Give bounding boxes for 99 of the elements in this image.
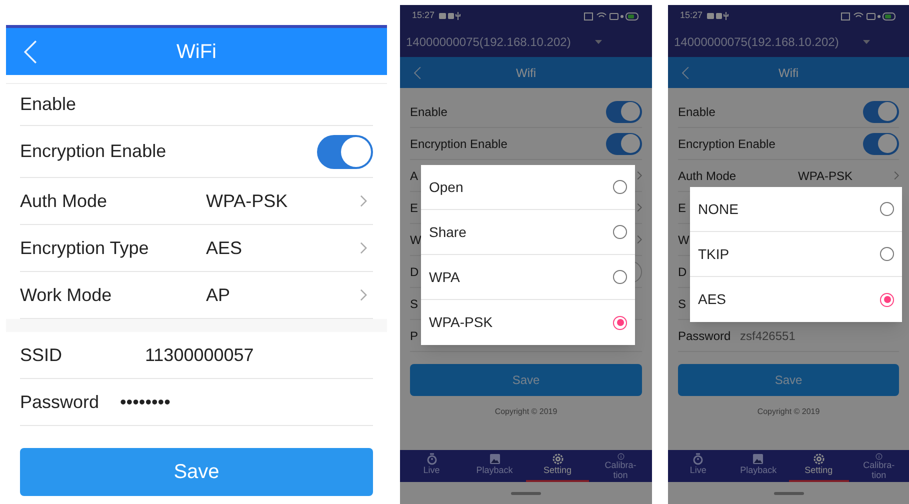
chevron-right-icon [360,242,367,254]
nav-tab[interactable]: Setting [788,450,849,482]
field-label: W [410,232,422,246]
nav-label: Calibra-tion [862,460,896,480]
field-label: Enable [410,104,448,118]
screen-title: WiFi [176,40,216,64]
radio-option[interactable]: TKIP [690,232,902,277]
toggle-switch[interactable] [606,132,642,154]
clock-time: 15:27 [412,9,435,22]
field-label: E [410,200,418,214]
radio-button[interactable] [613,180,627,194]
clock-time: 15:27 [680,9,703,22]
image-icon [488,453,500,465]
field-value[interactable]: AP [206,282,360,308]
dropdown-caret-icon[interactable] [862,40,870,44]
settings-icon [812,453,825,465]
chevron-right-icon [894,171,899,180]
toggle-switch[interactable] [863,132,899,154]
screen-title: Wifi [778,64,798,82]
chevron-right-icon [637,171,642,180]
field-label: W [678,232,690,246]
back-icon[interactable] [682,66,689,80]
nav-tab[interactable]: Playback [728,450,788,482]
radio-button[interactable] [880,292,894,306]
nav-tab[interactable]: Live [400,450,463,482]
field-value[interactable]: AES [206,234,360,262]
field-value[interactable]: WPA-PSK [206,188,360,214]
text-field[interactable]: zsf426551 [740,328,796,342]
nav-label: Calibra-tion [604,460,638,480]
nav-label: Setting [804,465,834,475]
field-label: Enable [678,104,716,118]
field-value[interactable]: WPA-PSK [798,168,852,182]
field-label: D [678,264,687,278]
settings-icon [552,453,564,465]
nav-label: Playback [739,465,778,475]
radio-option[interactable]: Open [421,165,635,210]
radio-option[interactable]: WPA-PSK [421,300,635,345]
home-indicator [774,492,804,494]
notification-icons [438,12,461,20]
field-label: P [410,328,418,342]
field-label: Encryption Type [20,238,149,258]
radio-button[interactable] [613,225,627,239]
home-indicator [511,492,541,494]
field-label: E [678,200,686,214]
back-icon[interactable] [24,40,37,64]
stopwatch-icon [692,453,704,465]
field-label: A [410,168,418,182]
radio-button[interactable] [880,202,894,216]
field-label: Enable [20,94,76,114]
nav-label: Playback [475,465,514,475]
field-label: S [410,296,418,310]
save-button[interactable]: Save [20,448,373,496]
radio-option[interactable]: Share [421,210,635,255]
field-label: S [678,296,686,310]
radio-option[interactable]: AES [690,277,902,322]
back-icon[interactable] [414,66,421,80]
chevron-right-icon [637,203,642,212]
notification-icons [706,12,729,20]
stopwatch-icon [426,453,438,465]
nav-tab[interactable]: Live [668,450,728,482]
chevron-right-icon [637,235,642,244]
field-label: D [410,264,419,278]
dropdown-caret-icon[interactable] [594,40,602,44]
text-field[interactable]: 11300000057 [145,342,373,368]
field-label: Password [678,328,731,342]
radio-button[interactable] [613,270,627,284]
password-field[interactable]: •••••••• [120,388,373,416]
radio-option[interactable]: WPA [421,255,635,300]
field-label: Auth Mode [20,190,108,210]
chevron-right-icon [360,195,367,207]
field-label: Work Mode [20,284,112,304]
field-label: Encryption Enable [410,136,508,150]
field-label: Auth Mode [678,168,736,182]
nav-label: Live [422,465,441,475]
toggle-switch[interactable] [863,100,899,122]
device-name[interactable]: 14000000075(192.168.10.202) [674,33,839,51]
nav-tab[interactable]: Calibra-tion [589,450,652,482]
toggle-switch[interactable] [317,134,373,168]
nav-label: Live [688,465,708,475]
status-icons [841,12,897,20]
nav-tab[interactable]: Calibra-tion [848,450,909,482]
field-label: Password [20,392,100,412]
screen-title: Wifi [516,64,536,82]
device-name[interactable]: 14000000075(192.168.10.202) [406,33,571,51]
toggle-switch[interactable] [606,100,642,122]
field-label: Encryption Enable [20,141,166,161]
nav-tab[interactable]: Setting [526,450,589,482]
nav-label: Setting [542,465,573,475]
copyright-text: Copyright © 2019 [757,406,820,418]
radio-button[interactable] [613,316,627,330]
radio-option[interactable]: NONE [690,187,902,232]
copyright-text: Copyright © 2019 [494,406,558,418]
image-icon [752,453,764,465]
chevron-right-icon [360,289,367,301]
radio-button[interactable] [880,247,894,261]
status-icons [584,12,640,20]
field-label: SSID [20,344,62,364]
field-label: Encryption Enable [678,136,776,150]
nav-tab[interactable]: Playback [463,450,526,482]
